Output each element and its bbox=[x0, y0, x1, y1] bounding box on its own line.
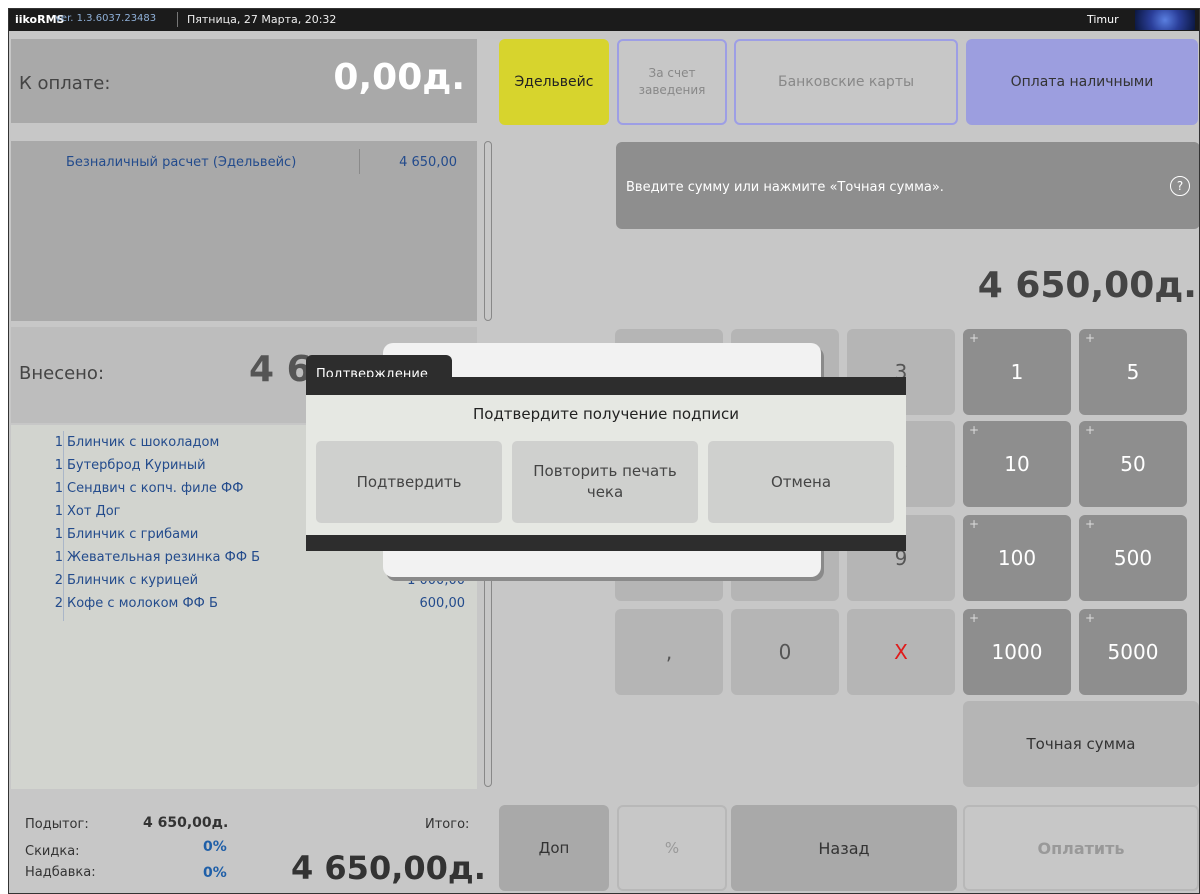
on-house-label-2: заведения bbox=[638, 83, 706, 97]
paid-value: 4 6 bbox=[249, 349, 312, 390]
payments-scrollbar[interactable] bbox=[484, 141, 492, 321]
payment-name: Безналичный расчет (Эдельвейс) bbox=[66, 155, 297, 170]
plus-icon: + bbox=[1085, 517, 1096, 531]
item-name: Сендвич с копч. филе ФФ bbox=[67, 481, 244, 496]
item-qty: 1 bbox=[54, 550, 63, 565]
quick-amount-1000[interactable]: + 1000 bbox=[963, 609, 1071, 695]
entered-amount: 4 650,00д. bbox=[977, 265, 1197, 306]
reprint-label-2: чека bbox=[586, 483, 624, 501]
payments-list: Безналичный расчет (Эдельвейс) 4 650,00 bbox=[11, 141, 477, 321]
item-name: Блинчик с шоколадом bbox=[67, 435, 220, 450]
current-date: Пятница, 27 Марта, 20:32 bbox=[187, 13, 337, 26]
quick-amount-10[interactable]: + 10 bbox=[963, 421, 1071, 507]
item-qty: 2 bbox=[54, 573, 63, 588]
confirmation-dialog: Подтвердите получение подписи Подтвердит… bbox=[306, 395, 906, 535]
item-qty: 1 bbox=[54, 527, 63, 542]
amount-due-label: К оплате: bbox=[19, 73, 111, 94]
quick-amount-label: 100 bbox=[997, 546, 1037, 570]
item-qty: 2 bbox=[54, 596, 63, 611]
user-name[interactable]: Timur bbox=[1087, 13, 1119, 26]
quick-amount-50[interactable]: + 50 bbox=[1079, 421, 1187, 507]
quick-amount-label: 50 bbox=[1120, 452, 1146, 476]
quick-amount-label: 500 bbox=[1113, 546, 1153, 570]
subtotal-label: Подытог: bbox=[25, 817, 89, 832]
quick-amount-label: 5 bbox=[1126, 360, 1140, 384]
plus-icon: + bbox=[969, 517, 980, 531]
percent-button[interactable]: % bbox=[617, 805, 727, 891]
plus-icon: + bbox=[969, 611, 980, 625]
item-qty: 1 bbox=[54, 435, 63, 450]
discount-value: 0% bbox=[203, 839, 227, 855]
quick-amount-label: 1000 bbox=[991, 640, 1043, 664]
quick-amount-500[interactable]: + 500 bbox=[1079, 515, 1187, 601]
item-name: Блинчик с курицей bbox=[67, 573, 199, 588]
item-qty: 1 bbox=[54, 504, 63, 519]
plus-icon: + bbox=[1085, 423, 1096, 437]
reprint-label-1: Повторить печать bbox=[533, 462, 677, 480]
item-qty: 1 bbox=[54, 458, 63, 473]
list-item[interactable]: 2 Кофе с молоком ФФ Б 600,00 bbox=[11, 596, 477, 614]
markup-label: Надбавка: bbox=[25, 865, 96, 880]
item-name: Блинчик с грибами bbox=[67, 527, 199, 542]
help-icon[interactable]: ? bbox=[1170, 176, 1190, 196]
back-button[interactable]: Назад bbox=[731, 805, 957, 891]
dialog-footer-bar bbox=[306, 535, 906, 551]
markup-value: 0% bbox=[203, 865, 227, 881]
amount-due-value: 0,00д. bbox=[333, 57, 465, 98]
edelweiss-button[interactable]: Эдельвейс bbox=[499, 39, 609, 125]
discount-label: Скидка: bbox=[25, 844, 80, 859]
subtotal-value: 4 650,00д. bbox=[143, 815, 229, 831]
item-name: Кофе с молоком ФФ Б bbox=[67, 596, 218, 611]
reprint-receipt-button[interactable]: Повторить печать чека bbox=[512, 441, 698, 523]
on-house-button[interactable]: За счет заведения bbox=[617, 39, 727, 125]
item-qty: 1 bbox=[54, 481, 63, 496]
extra-button[interactable]: Доп bbox=[499, 805, 609, 891]
key-comma[interactable]: , bbox=[615, 609, 723, 695]
title-separator bbox=[177, 12, 178, 27]
hint-text: Введите сумму или нажмите «Точная сумма»… bbox=[626, 180, 944, 195]
title-bar: iikoRMS ver. 1.3.6037.23483 Пятница, 27 … bbox=[9, 9, 1199, 31]
exact-amount-button[interactable]: Точная сумма bbox=[963, 701, 1199, 787]
quick-amount-label: 1 bbox=[1010, 360, 1024, 384]
cancel-button[interactable]: Отмена bbox=[708, 441, 894, 523]
total-label: Итого: bbox=[425, 817, 470, 832]
item-name: Хот Дог bbox=[67, 504, 121, 519]
app-version: ver. 1.3.6037.23483 bbox=[55, 13, 157, 24]
plus-icon: + bbox=[969, 423, 980, 437]
quick-amount-5[interactable]: + 5 bbox=[1079, 329, 1187, 415]
item-name: Жевательная резинка ФФ Б bbox=[67, 550, 261, 565]
hint-panel: Введите сумму или нажмите «Точная сумма»… bbox=[616, 142, 1199, 229]
quick-amount-label: 10 bbox=[1004, 452, 1030, 476]
on-house-label-1: За счет bbox=[648, 66, 696, 81]
pay-button[interactable]: Оплатить bbox=[963, 805, 1199, 891]
clear-key[interactable]: X bbox=[847, 609, 955, 695]
cash-payment-button[interactable]: Оплата наличными bbox=[966, 39, 1198, 125]
bank-cards-button[interactable]: Банковские карты bbox=[734, 39, 958, 125]
plus-icon: + bbox=[1085, 611, 1096, 625]
quick-amount-1[interactable]: + 1 bbox=[963, 329, 1071, 415]
payment-divider bbox=[359, 149, 360, 174]
paid-label: Внесено: bbox=[19, 363, 105, 384]
item-name: Бутерброд Куриный bbox=[67, 458, 206, 473]
plus-icon: + bbox=[969, 331, 980, 345]
plus-icon: + bbox=[1085, 331, 1096, 345]
user-avatar-icon[interactable] bbox=[1135, 10, 1195, 30]
item-amount: 600,00 bbox=[419, 596, 466, 611]
payment-amount: 4 650,00 bbox=[399, 155, 457, 170]
dialog-message: Подтвердите получение подписи bbox=[472, 405, 739, 423]
total-value: 4 650,00д. bbox=[291, 849, 486, 887]
key-0[interactable]: 0 bbox=[731, 609, 839, 695]
quick-amount-100[interactable]: + 100 bbox=[963, 515, 1071, 601]
amount-due-panel: К оплате: 0,00д. bbox=[11, 39, 477, 123]
quick-amount-5000[interactable]: + 5000 bbox=[1079, 609, 1187, 695]
quick-amount-label: 5000 bbox=[1107, 640, 1159, 664]
app-window: iikoRMS ver. 1.3.6037.23483 Пятница, 27 … bbox=[8, 8, 1200, 894]
dialog-header-bar bbox=[306, 377, 906, 395]
confirm-button[interactable]: Подтвердить bbox=[316, 441, 502, 523]
